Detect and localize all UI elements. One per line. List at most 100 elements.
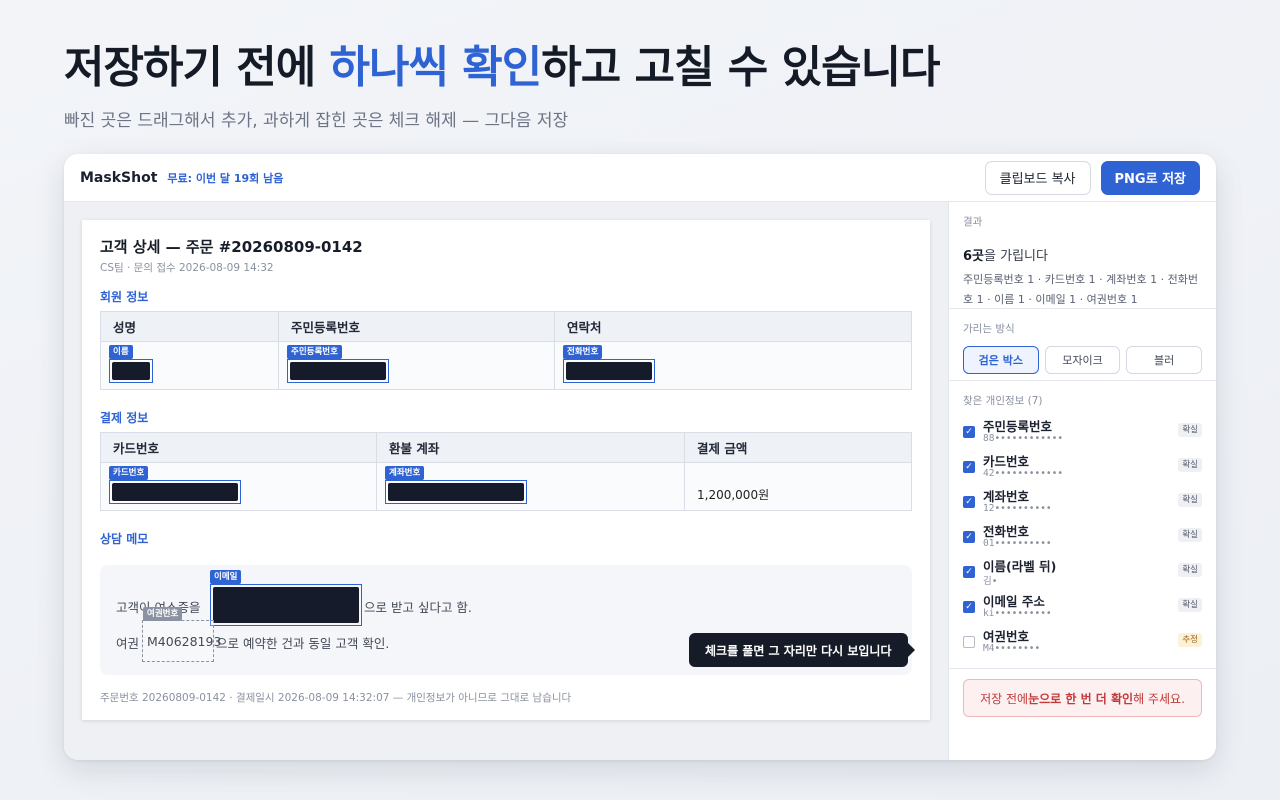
list-item[interactable]: ✓ 카드번호 42•••••••••••• 확실: [963, 451, 1202, 486]
confidence-badge: 확실: [1178, 493, 1202, 507]
payment-amount-cell: 1,200,000원: [684, 462, 912, 511]
redaction-box-rrn[interactable]: 주민등록번호: [287, 345, 389, 383]
app-window: MaskShot 무료: 이번 달 19회 남음 클립보드 복사 PNG로 저장…: [64, 154, 1216, 760]
member-contact-cell: 전화번호: [554, 341, 912, 390]
review-panel: 결과 6곳을 가립니다 주민등록번호 1 · 카드번호 1 · 계좌번호 1 ·…: [948, 202, 1216, 760]
redaction-tag: 계좌번호: [385, 466, 425, 480]
redaction-tag: 전화번호: [563, 345, 603, 359]
save-png-button[interactable]: PNG로 저장: [1100, 160, 1200, 195]
redaction-box-account[interactable]: 계좌번호: [385, 466, 527, 504]
redaction-bar: [213, 587, 359, 623]
redaction-box-phone[interactable]: 전화번호: [563, 345, 655, 383]
list-item[interactable]: 여권번호 M4•••••••• 추정: [963, 626, 1202, 661]
memo-line-2-after: 으로 예약한 건과 동일 고객 확인.: [216, 636, 390, 651]
pii-mask: 01••••••••••: [983, 538, 1052, 549]
payment-account-cell: 계좌번호: [376, 462, 685, 511]
confidence-badge: 확실: [1178, 598, 1202, 612]
list-item[interactable]: ✓ 전화번호 01•••••••••• 확실: [963, 521, 1202, 556]
confidence-badge: 확실: [1178, 458, 1202, 472]
warning-text-start: 저장 전에: [980, 691, 1029, 706]
found-pii-section: 찾은 개인정보 (7) ✓ 주민등록번호 88•••••••••••• 확실 ✓ 카드번…: [949, 381, 1216, 669]
found-label: 찾은 개인정보 (7): [963, 395, 1043, 407]
redaction-bar: [566, 362, 652, 380]
copy-clipboard-button[interactable]: 클립보드 복사: [984, 160, 1091, 195]
checkbox-checked[interactable]: ✓: [963, 461, 975, 473]
member-rrn-cell: 주민등록번호: [278, 341, 555, 390]
confidence-badge: 확실: [1178, 563, 1202, 577]
method-label: 가리는 방식: [963, 323, 1015, 335]
method-blur-button[interactable]: 블러: [1126, 346, 1203, 374]
redaction-box-card[interactable]: 카드번호: [109, 466, 241, 504]
app-toolbar: MaskShot 무료: 이번 달 19회 남음 클립보드 복사 PNG로 저장: [64, 154, 1216, 202]
pii-mask: 42••••••••••••: [983, 468, 1064, 479]
warning-text-bold: 눈으로 한 번 더 확인: [1028, 691, 1134, 706]
pii-mask: 12••••••••••: [983, 503, 1052, 514]
checkbox-checked[interactable]: ✓: [963, 426, 975, 438]
unchecked-tag: 여권번호: [143, 607, 183, 621]
result-label: 결과: [963, 216, 983, 228]
checkbox-checked[interactable]: ✓: [963, 531, 975, 543]
redaction-box-email[interactable]: 이메일: [210, 570, 362, 626]
preview-canvas[interactable]: 고객 상세 — 주문 #20260809-0142 CS팀 · 문의 접수 20…: [64, 202, 948, 760]
payment-section-title: 결제 정보: [100, 411, 149, 425]
list-item[interactable]: ✓ 이름(라벨 뒤) 김• 확실: [963, 556, 1202, 591]
member-header-name: 성명: [100, 311, 279, 342]
checkbox-checked[interactable]: ✓: [963, 496, 975, 508]
memo-line-2-text: 여권: [116, 636, 140, 651]
uncheck-tooltip: 체크를 풀면 그 자리만 다시 보입니다: [689, 633, 914, 667]
method-section: 가리는 방식 검은 박스 모자이크 블러: [949, 309, 1216, 381]
document-title: 고객 상세 — 주문 #20260809-0142: [100, 238, 363, 256]
list-item[interactable]: ✓ 이메일 주소 ki•••••••••• 확실: [963, 591, 1202, 626]
redaction-bar: [112, 483, 238, 501]
app-name: MaskShot: [80, 169, 158, 186]
payment-table: 카드번호 환불 계좌 결제 금액 카드번호 계좌번호 1,200,000원: [100, 432, 912, 511]
pii-mask: 김•: [983, 576, 998, 587]
member-name-cell: 이름: [100, 341, 279, 390]
unchecked-passport-box[interactable]: 여권번호 M40628193: [142, 607, 221, 662]
result-text: 을 가립니다: [984, 249, 1048, 264]
member-section-title: 회원 정보: [100, 290, 149, 304]
pii-mask: M4••••••••: [983, 643, 1041, 654]
list-item[interactable]: ✓ 계좌번호 12•••••••••• 확실: [963, 486, 1202, 521]
review-warning: 저장 전에 눈으로 한 번 더 확인 해 주세요.: [963, 679, 1202, 717]
confidence-badge: 확실: [1178, 423, 1202, 437]
redaction-tag: 이메일: [210, 570, 242, 584]
list-item[interactable]: ✓ 주민등록번호 88•••••••••••• 확실: [963, 416, 1202, 451]
redaction-tag: 주민등록번호: [287, 345, 342, 359]
result-section: 결과 6곳을 가립니다 주민등록번호 1 · 카드번호 1 · 계좌번호 1 ·…: [949, 202, 1216, 309]
redaction-tag: 카드번호: [109, 466, 149, 480]
result-headline: 6곳을 가립니다: [963, 245, 1202, 264]
hero-title-start: 저장하기 전에: [64, 42, 330, 93]
method-black-box-button[interactable]: 검은 박스: [963, 346, 1039, 374]
redaction-box-name[interactable]: 이름: [109, 345, 153, 383]
checkbox-checked[interactable]: ✓: [963, 601, 975, 613]
result-summary: 주민등록번호 1 · 카드번호 1 · 계좌번호 1 · 전화번호 1 · 이름…: [963, 273, 1198, 306]
hero-title-accent: 하나씩 확인: [329, 42, 543, 93]
document-footer: 주문번호 20260809-0142 · 결제일시 2026-08-09 14:…: [100, 692, 572, 704]
hero-title-end: 하고 고칠 수 있습니다: [541, 42, 940, 93]
confidence-badge: 확실: [1178, 528, 1202, 542]
method-options: 검은 박스 모자이크 블러: [963, 346, 1203, 374]
payment-header-account: 환불 계좌: [376, 432, 685, 463]
memo-line-1-after: 으로 받고 싶다고 함.: [364, 600, 472, 615]
payment-header-amount: 결제 금액: [684, 432, 912, 463]
hero-subtitle: 빠진 곳은 드래그해서 추가, 과하게 잡힌 곳은 체크 해제 — 그다음 저장: [64, 111, 569, 131]
member-table: 성명 주민등록번호 연락처 이름 주민등록번호 전화번호: [100, 311, 912, 390]
result-count: 6곳: [963, 249, 985, 264]
checkbox-checked[interactable]: ✓: [963, 566, 975, 578]
pii-list: ✓ 주민등록번호 88•••••••••••• 확실 ✓ 카드번호 42•••••••••…: [963, 416, 1202, 661]
payment-header-card: 카드번호: [100, 432, 377, 463]
passport-number: M40628193: [147, 634, 222, 649]
pii-mask: 88••••••••••••: [983, 433, 1064, 444]
quota-text: 무료: 이번 달 19회 남음: [167, 171, 284, 185]
confidence-badge: 추정: [1178, 633, 1202, 647]
member-header-contact: 연락처: [554, 311, 912, 342]
warning-text-end: 해 주세요.: [1133, 691, 1185, 706]
redaction-bar: [388, 483, 524, 501]
payment-card-cell: 카드번호: [100, 462, 377, 511]
method-mosaic-button[interactable]: 모자이크: [1044, 346, 1121, 374]
checkbox-unchecked[interactable]: [963, 636, 975, 648]
pii-mask: ki••••••••••: [983, 608, 1052, 619]
redaction-bar: [290, 362, 386, 380]
memo-section-title: 상담 메모: [100, 532, 149, 546]
